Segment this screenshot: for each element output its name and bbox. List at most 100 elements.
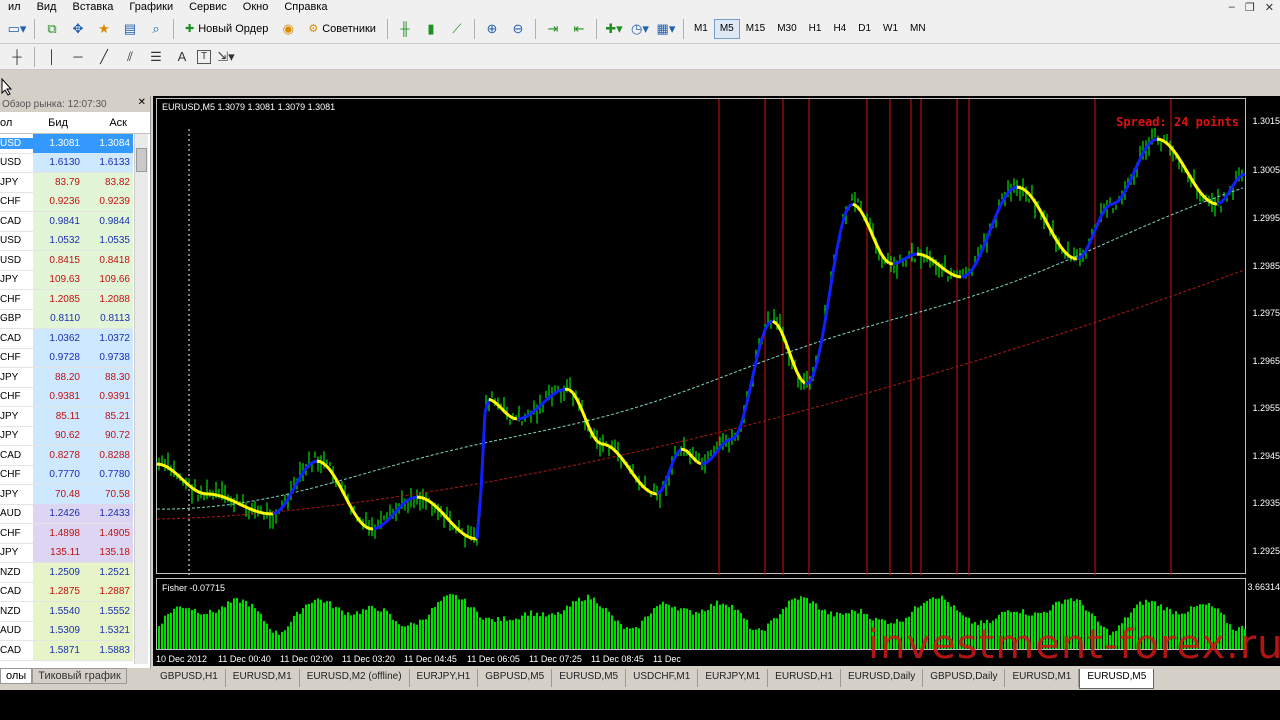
zoom-out-icon[interactable]: ⊖ — [507, 18, 529, 40]
chart-tab[interactable]: EURUSD,M1 — [1005, 669, 1080, 687]
tf-m5[interactable]: M5 — [713, 18, 740, 39]
market-watch-row[interactable]: CAD 1.2875 1.2887 — [0, 582, 133, 602]
tf-h4[interactable]: H4 — [827, 19, 852, 39]
tab-symbols[interactable]: олы — [0, 668, 33, 684]
chart-tab[interactable]: EURUSD,M2 (offline) — [300, 669, 410, 687]
tf-h1[interactable]: H1 — [803, 19, 828, 39]
terminal-icon[interactable]: ▤ — [119, 18, 141, 40]
fisher-bar — [356, 611, 358, 649]
chart-tab[interactable]: EURJPY,M1 — [698, 669, 769, 687]
fisher-bar — [554, 614, 556, 649]
market-watch-row[interactable]: NZD 1.5540 1.5552 — [0, 601, 133, 622]
menu-window[interactable]: Окно — [235, 1, 277, 13]
market-watch-row[interactable]: CAD 1.5871 1.5883 — [0, 640, 133, 661]
tf-mn[interactable]: MN — [904, 19, 932, 39]
menu-charts[interactable]: Графики — [121, 1, 181, 13]
menu-tools[interactable]: Сервис — [181, 1, 235, 13]
fibo-icon[interactable]: ☰ — [145, 46, 167, 68]
chart-tab[interactable]: EURUSD,Daily — [841, 669, 924, 687]
vertical-line-icon[interactable]: │ — [41, 46, 63, 68]
tf-d1[interactable]: D1 — [852, 19, 877, 39]
tf-m15[interactable]: M15 — [740, 19, 771, 39]
price-chart[interactable]: EURUSD,M5 1.3079 1.3081 1.3079 1.3081 Sp… — [156, 98, 1246, 575]
market-watch-row[interactable]: JPY 83.79 83.82 — [0, 172, 133, 193]
profiles-icon[interactable]: ⧉ — [41, 18, 63, 40]
metaeditor-icon[interactable]: ◉ — [277, 18, 299, 40]
menu-view[interactable]: Вид — [29, 1, 65, 13]
tab-tick-chart[interactable]: Тиковый график — [32, 668, 127, 684]
market-watch-row[interactable]: JPY 88.20 88.30 — [0, 367, 133, 388]
chart-tab[interactable]: EURJPY,H1 — [410, 669, 479, 687]
crosshair-window-icon[interactable]: ✥ — [67, 18, 89, 40]
candlestick-icon[interactable]: ▮ — [420, 18, 442, 40]
menu-help[interactable]: Справка — [276, 1, 335, 13]
tf-m1[interactable]: M1 — [688, 19, 714, 39]
minimize-icon[interactable]: – — [1229, 1, 1235, 14]
market-watch-row[interactable]: JPY 109.63 109.66 — [0, 270, 133, 290]
chart-tab[interactable]: EURUSD,M1 — [226, 669, 300, 687]
new-order-button[interactable]: ✚ Новый Ордер — [180, 18, 273, 40]
col-ask-header[interactable]: Аск — [83, 117, 133, 129]
trendline-icon[interactable]: ╱ — [93, 46, 115, 68]
chart-tab[interactable]: GBPUSD,Daily — [923, 669, 1006, 687]
channel-icon[interactable]: ⫽ — [119, 46, 141, 68]
text-tool[interactable]: A — [171, 46, 193, 68]
text-label-tool[interactable]: T — [197, 49, 211, 64]
menu-insert[interactable]: Вставка — [64, 1, 121, 13]
col-symbol-header[interactable]: ол — [0, 117, 33, 129]
horizontal-line-icon[interactable]: ─ — [67, 46, 89, 68]
periods-clock-icon[interactable]: ◷▾ — [629, 18, 651, 40]
arrows-icon[interactable]: ⇲▾ — [215, 46, 237, 68]
market-watch-row[interactable]: NZD 1.2509 1.2521 — [0, 562, 133, 583]
fisher-bar — [686, 608, 688, 649]
restore-icon[interactable]: ❐ — [1245, 1, 1255, 14]
market-watch-row[interactable]: JPY 135.11 135.18 — [0, 543, 133, 563]
market-watch-row[interactable]: USD 0.8415 0.8418 — [0, 250, 133, 271]
market-watch-row[interactable]: CAD 1.0362 1.0372 — [0, 328, 133, 349]
market-watch-scrollbar[interactable] — [134, 134, 148, 664]
navigator-icon[interactable]: ★ — [93, 18, 115, 40]
market-watch-row[interactable]: CHF 0.9236 0.9239 — [0, 192, 133, 212]
bar-chart-icon[interactable]: ╫ — [394, 18, 416, 40]
market-watch-row[interactable]: CHF 0.9728 0.9738 — [0, 348, 133, 368]
tf-w1[interactable]: W1 — [877, 19, 904, 39]
bid-price: 85.11 — [33, 406, 83, 426]
market-watch-row[interactable]: USD 1.0532 1.0535 — [0, 231, 133, 251]
chart-tab[interactable]: USDCHF,M1 — [626, 669, 699, 687]
chart-tab[interactable]: GBPUSD,H1 — [153, 669, 226, 687]
templates-icon[interactable]: ▦▾ — [655, 18, 677, 40]
col-bid-header[interactable]: Бид — [33, 117, 83, 129]
scrollbar-thumb[interactable] — [136, 148, 147, 172]
chart-shift-icon[interactable]: ⇤ — [568, 18, 590, 40]
market-watch-row[interactable]: GBP 0.8110 0.8113 — [0, 309, 133, 329]
market-watch-row[interactable]: CHF 1.2085 1.2088 — [0, 289, 133, 310]
menu-file[interactable]: ил — [0, 1, 29, 13]
market-watch-row[interactable]: USD 1.3081 1.3084 — [0, 133, 133, 154]
zoom-in-icon[interactable]: ⊕ — [481, 18, 503, 40]
market-watch-row[interactable]: JPY 90.62 90.72 — [0, 426, 133, 446]
line-chart-icon[interactable]: ⟋ — [446, 18, 468, 40]
tf-m30[interactable]: M30 — [771, 19, 802, 39]
market-watch-row[interactable]: JPY 85.11 85.21 — [0, 406, 133, 427]
chart-tab[interactable]: GBPUSD,M5 — [478, 669, 553, 687]
market-watch-row[interactable]: CAD 0.8278 0.8288 — [0, 445, 133, 466]
cursor-tool-icon[interactable]: ┼ — [6, 46, 28, 68]
market-watch-row[interactable]: AUD 1.2426 1.2433 — [0, 504, 133, 524]
chart-tab[interactable]: EURUSD,M5 — [552, 669, 627, 687]
chart-tab[interactable]: EURUSD,M5 — [1079, 669, 1155, 689]
close-icon[interactable]: ✕ — [1265, 1, 1274, 14]
market-watch-row[interactable]: AUD 1.5309 1.5321 — [0, 621, 133, 641]
market-watch-row[interactable]: CAD 0.9841 0.9844 — [0, 211, 133, 232]
market-watch-row[interactable]: CHF 0.7770 0.7780 — [0, 465, 133, 485]
auto-scroll-icon[interactable]: ⇥ — [542, 18, 564, 40]
market-watch-row[interactable]: USD 1.6130 1.6133 — [0, 153, 133, 173]
chart-tab[interactable]: EURUSD,H1 — [768, 669, 841, 687]
market-watch-row[interactable]: JPY 70.48 70.58 — [0, 484, 133, 505]
tester-icon[interactable]: ⌕ — [145, 18, 167, 40]
market-watch-row[interactable]: CHF 1.4898 1.4905 — [0, 523, 133, 544]
market-watch-row[interactable]: CHF 0.9381 0.9391 — [0, 387, 133, 407]
close-icon[interactable]: ✕ — [138, 97, 146, 108]
experts-button[interactable]: ⚙ Советники — [303, 18, 381, 40]
indicators-icon[interactable]: ✚▾ — [603, 18, 625, 40]
new-chart-icon[interactable]: ▭▾ — [6, 18, 28, 40]
